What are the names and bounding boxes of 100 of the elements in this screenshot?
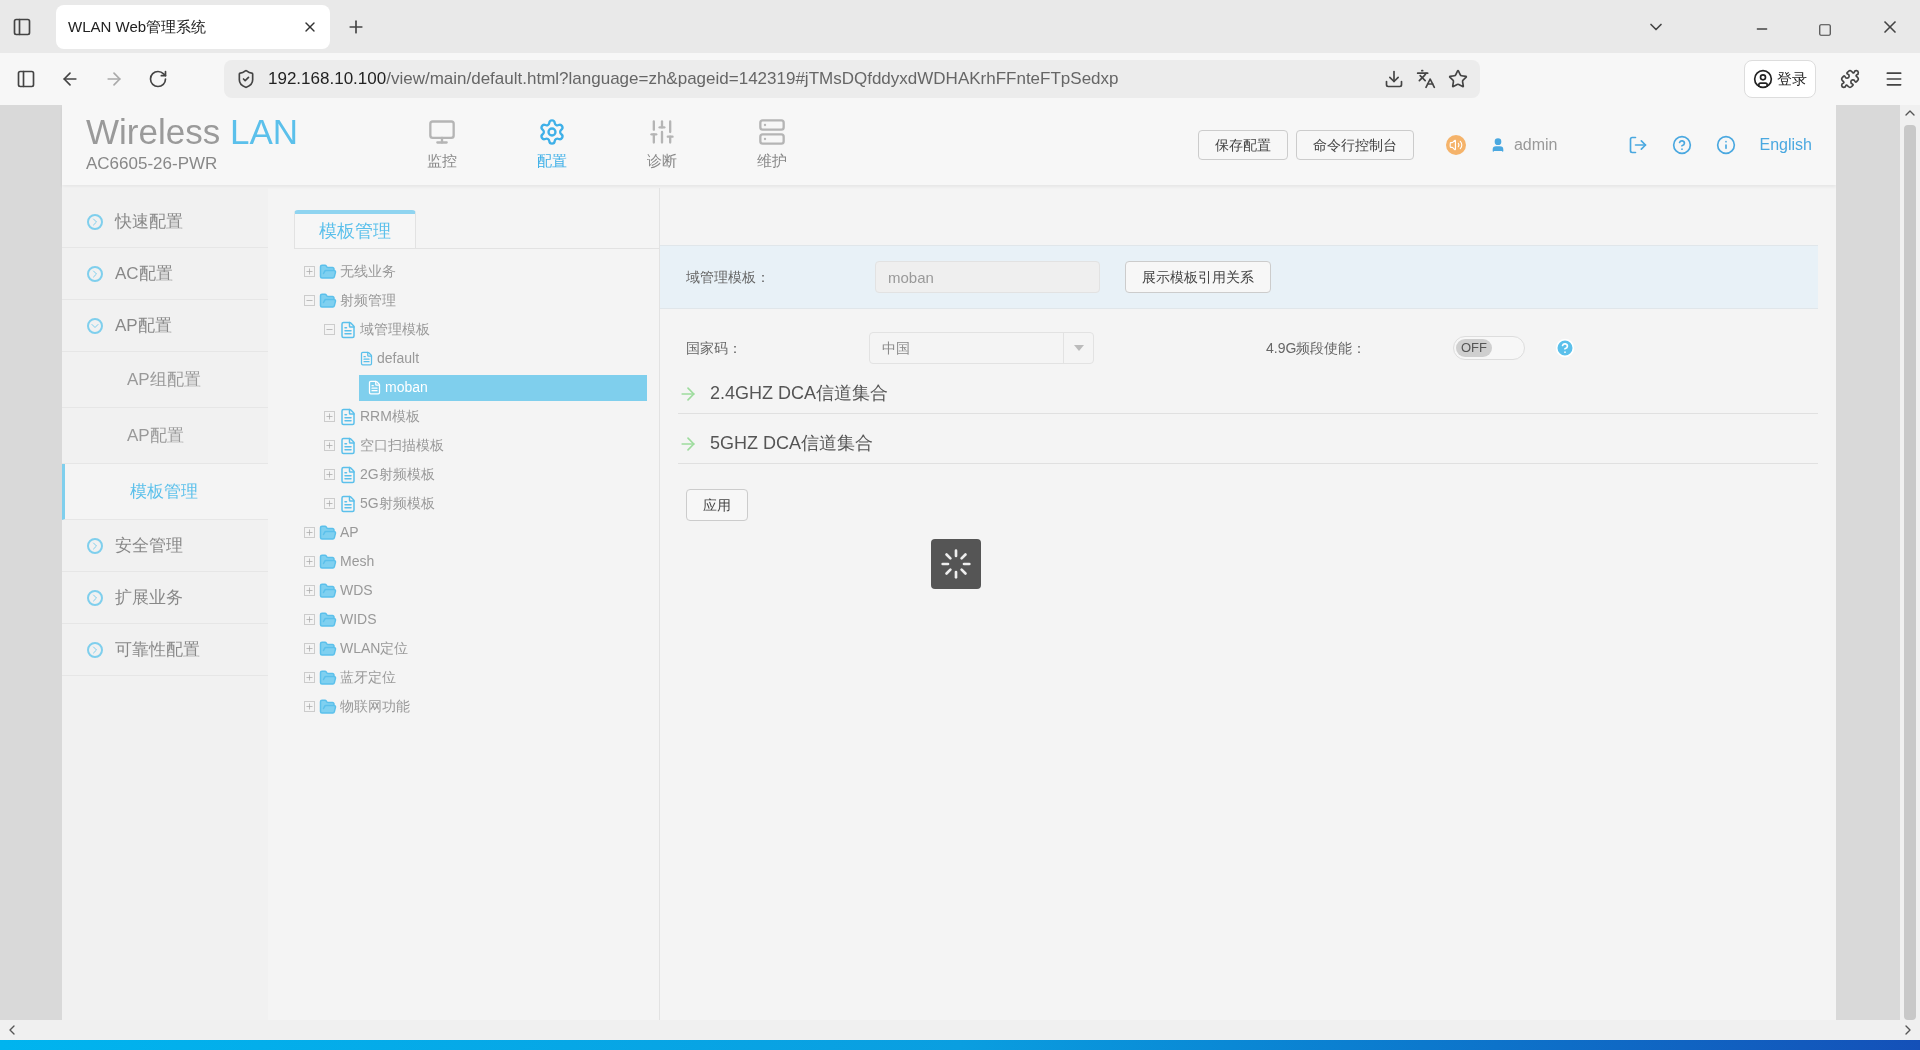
tree-item[interactable]: 射频管理 (319, 287, 404, 314)
field-label: 域管理模板： (686, 267, 771, 287)
nav-tab[interactable]: 诊断 (636, 117, 688, 173)
expand-icon[interactable] (304, 672, 315, 683)
show-relation-button[interactable]: 展示模板引用关系 (1125, 261, 1271, 293)
tree-item[interactable]: 蓝牙定位 (319, 664, 404, 691)
tree-item[interactable]: AP (319, 519, 367, 546)
sidebar-icon[interactable] (16, 69, 36, 89)
chevron-icon (87, 641, 103, 658)
document-icon (339, 494, 357, 513)
sidebar-item[interactable]: 快速配置 (62, 196, 268, 248)
sidebar-item[interactable]: 扩展业务 (62, 572, 268, 624)
collapse-icon[interactable] (304, 295, 315, 306)
sidebar-item[interactable]: 安全管理 (62, 520, 268, 572)
dropdown-arrow-icon (1073, 345, 1084, 351)
shield-icon[interactable] (236, 69, 256, 89)
sidebar-item[interactable]: 模板管理 (62, 464, 268, 520)
help-icon[interactable] (1671, 135, 1692, 155)
country-select[interactable]: 中国 (869, 332, 1094, 364)
expand-icon[interactable] (324, 469, 335, 480)
scrollbar-thumb[interactable] (1904, 125, 1916, 1020)
extensions-icon[interactable] (1840, 69, 1860, 89)
section-heading[interactable]: 5GHZ DCA信道集合 (710, 430, 873, 457)
folder-icon (319, 552, 337, 571)
expand-icon[interactable] (324, 440, 335, 451)
apply-button[interactable]: 应用 (686, 489, 748, 521)
nav-tab[interactable]: 配置 (526, 117, 578, 173)
document-icon (339, 465, 357, 484)
folder-icon (319, 610, 337, 629)
language-link[interactable]: English (1759, 133, 1812, 157)
tree-item[interactable]: 5G射频模板 (339, 490, 443, 517)
star-icon[interactable] (1448, 69, 1468, 89)
toolbar-button[interactable]: 保存配置 (1197, 130, 1288, 160)
tree-item[interactable]: RRM模板 (339, 403, 428, 430)
folder-icon (319, 523, 337, 542)
folder-icon (319, 639, 337, 658)
tree-item[interactable]: 物联网功能 (319, 693, 418, 720)
nav-tab[interactable]: 监控 (416, 117, 468, 173)
server-icon (758, 117, 786, 146)
speaker-icon[interactable] (1445, 135, 1466, 155)
browser-tab[interactable]: WLAN Web管理系统 (56, 5, 330, 49)
sidebar-item[interactable]: AP配置 (62, 300, 268, 352)
document-icon (359, 351, 374, 366)
tree-item[interactable]: 空口扫描模板 (339, 432, 452, 459)
tree-item[interactable]: Mesh (319, 548, 383, 575)
folder-icon (319, 697, 337, 716)
info-icon[interactable] (1715, 135, 1736, 155)
field-label: 4.9G频段使能： (1266, 338, 1368, 358)
sidebar-item[interactable]: 可靠性配置 (62, 624, 268, 676)
expand-icon[interactable] (304, 614, 315, 625)
menu-icon[interactable] (1884, 69, 1904, 89)
expand-icon[interactable] (304, 585, 315, 596)
expand-icon[interactable] (324, 411, 335, 422)
field-label: 国家码： (686, 338, 743, 358)
chevron-icon (87, 213, 103, 230)
expand-icon[interactable] (324, 498, 335, 509)
settings-icon (538, 117, 566, 146)
toggle-switch[interactable]: OFF (1453, 336, 1525, 360)
translate-icon[interactable] (1416, 69, 1436, 89)
tree-item[interactable]: WIDS (319, 606, 385, 633)
collapse-icon[interactable] (324, 324, 335, 335)
toolbar-button[interactable]: 命令行控制台 (1295, 130, 1414, 160)
brand-logo: Wireless LAN (86, 113, 299, 152)
logout-icon[interactable] (1627, 135, 1648, 155)
chevron-icon (87, 537, 103, 554)
tree-item[interactable]: 2G射频模板 (339, 461, 443, 488)
address-field[interactable]: 192.168.10.100/view/main/default.html?language=zh&pageid=142319#jTMsDQfddyxdWDHAKrhFFnteFTpSedxp (224, 60, 1480, 98)
tree-item[interactable]: WLAN定位 (319, 635, 417, 662)
download-icon[interactable] (1384, 69, 1404, 89)
restore-icon[interactable] (1818, 23, 1832, 37)
tree-item[interactable]: 无线业务 (319, 258, 404, 285)
username: admin (1513, 135, 1558, 155)
folder-icon (319, 668, 337, 687)
document-icon (339, 407, 357, 426)
document-icon (339, 436, 357, 455)
reload-icon[interactable] (148, 69, 168, 89)
expand-icon[interactable] (304, 266, 315, 277)
sliders-icon (648, 117, 676, 146)
nav-tab[interactable]: 维护 (746, 117, 798, 173)
expand-icon[interactable] (304, 556, 315, 567)
folder-icon (319, 291, 337, 310)
document-icon (339, 320, 357, 339)
sidebar-item[interactable]: AP组配置 (62, 352, 268, 408)
tree-item[interactable]: WDS (319, 577, 381, 604)
sidebar-item[interactable]: AC配置 (62, 248, 268, 300)
section-heading[interactable]: 2.4GHZ DCA信道集合 (710, 380, 889, 407)
sign-in-button[interactable]: 登录 (1744, 60, 1816, 98)
expand-icon[interactable] (304, 643, 315, 654)
tab[interactable]: 模板管理 (294, 210, 416, 248)
chevron-icon (87, 317, 103, 334)
monitor-icon (428, 117, 456, 146)
tree-item[interactable]: moban (359, 374, 647, 401)
tab-list-icon[interactable] (12, 17, 32, 37)
tree-item[interactable]: 域管理模板 (339, 316, 438, 343)
device-model: AC6605-26-PWR (86, 153, 219, 176)
account-icon (1753, 69, 1773, 89)
tree-item[interactable]: default (359, 345, 428, 372)
folder-icon (319, 262, 337, 281)
expand-icon[interactable] (304, 701, 315, 712)
expand-icon[interactable] (304, 527, 315, 538)
